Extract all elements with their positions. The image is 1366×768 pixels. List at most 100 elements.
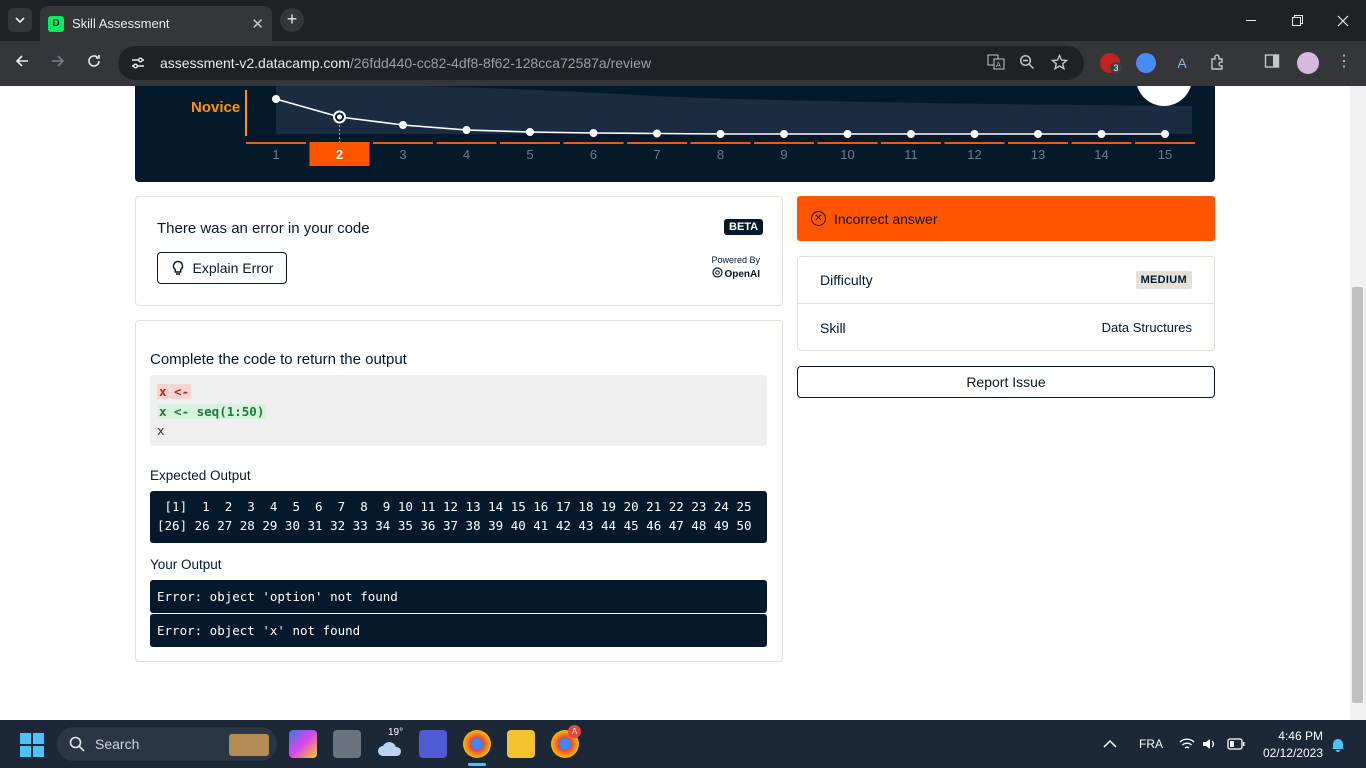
skill-label: Skill [820,319,846,336]
question-point [462,126,471,134]
zoom-icon[interactable] [1017,54,1037,72]
notifications-icon[interactable] [1331,720,1345,768]
translate-glyph-icon: A [987,54,1005,70]
question-card: Complete the code to return the output x… [135,320,783,662]
input-language[interactable]: FRA [1139,720,1163,768]
question-number[interactable]: 11 [904,147,918,162]
network-icon[interactable] [1179,720,1195,768]
question-segment [373,142,433,144]
restore-button[interactable] [1274,0,1320,41]
search-icon [69,736,85,752]
question-segment [1071,142,1132,144]
windows-logo-icon [20,733,44,757]
expected-output-line: [26] 26 27 28 29 30 31 32 33 34 35 36 37… [157,518,752,533]
url-text[interactable]: assessment-v2.datacamp.com/26fdd440-cc82… [160,55,651,71]
extension-translate-icon[interactable]: A [1172,53,1192,73]
datacamp-favicon-icon: D [48,15,64,32]
reload-button[interactable] [82,52,106,76]
question-number[interactable]: 10 [840,147,854,162]
browser-menu-icon[interactable]: ⋮ [1334,53,1354,73]
question-point [589,129,598,137]
copilot-app-icon[interactable] [289,730,317,758]
error-output-line: Error: object 'option' not found [157,589,398,604]
question-segment [309,142,370,144]
taskbar-search[interactable]: Search [57,727,277,761]
question-number[interactable]: 7 [653,147,660,162]
question-number[interactable]: 9 [780,147,787,162]
difficulty-label: Difficulty [820,272,873,288]
clock[interactable]: 4:46 PM 02/12/2023 [1258,720,1323,768]
question-segment [627,142,687,144]
question-number[interactable]: 13 [1031,147,1045,162]
question-point [272,95,280,103]
forward-button[interactable] [46,52,70,76]
svg-text:A: A [996,61,1001,69]
question-number[interactable]: 8 [717,147,724,162]
explain-error-button[interactable]: Explain Error [157,252,287,284]
volume-icon[interactable] [1202,720,1216,768]
skill-range-band [276,86,1192,134]
question-segment [881,142,941,144]
tab-search-button[interactable] [8,8,32,32]
back-button[interactable] [10,52,34,76]
question-meta-card: Difficulty MEDIUM Skill Data Structures [797,256,1215,351]
chevron-down-icon [15,17,25,23]
question-number[interactable]: 5 [526,147,533,162]
weather-widget[interactable]: 19° [376,727,404,758]
side-panel-glyph-icon [1264,54,1280,68]
error-output-line: Error: object 'x' not found [157,623,361,638]
scrollbar-thumb[interactable] [1352,287,1363,703]
clock-time: 4:46 PM [1278,728,1323,743]
extension-adblock-icon[interactable]: 3 [1100,53,1122,74]
profile-avatar[interactable] [1297,52,1319,74]
tray-overflow-icon[interactable] [1103,720,1117,768]
question-number[interactable]: 14 [1094,147,1108,162]
address-bar[interactable]: assessment-v2.datacamp.com/26fdd440-cc82… [118,46,1084,80]
removed-code-line: x <- [157,384,192,399]
cloud-icon [378,742,402,756]
site-settings-icon[interactable] [130,55,146,71]
bookmark-star-icon[interactable] [1049,53,1069,72]
question-number[interactable]: 6 [590,147,597,162]
chrome-app-icon[interactable] [463,730,491,758]
file-explorer-icon[interactable] [507,730,535,758]
translate-icon[interactable]: A [986,54,1006,72]
browser-toolbar: assessment-v2.datacamp.com/26fdd440-cc82… [0,41,1366,86]
added-code-line: x <- seq(1:50) [157,403,267,419]
explain-error-card: There was an error in your code BETA Exp… [135,196,783,306]
question-point [780,130,788,138]
question-number[interactable]: 1 [272,147,279,162]
question-segment [500,142,560,144]
windows-taskbar: Search 19° A FRA 4:46 PM 02/12/2023 [0,720,1366,768]
tab-close-icon[interactable]: ✕ [251,15,264,33]
puzzle-icon [1211,54,1223,70]
chrome-profile-app-icon[interactable]: A [551,725,581,758]
task-view-icon[interactable] [333,730,361,758]
question-point [526,128,534,136]
lightbulb-icon [172,260,183,275]
new-tab-button[interactable]: + [280,8,304,32]
browser-tab[interactable]: D Skill Assessment ✕ [40,6,272,41]
question-number[interactable]: 12 [967,147,981,162]
question-number[interactable]: 2 [336,147,343,162]
extension-search-icon[interactable] [1136,53,1156,73]
browser-titlebar: D Skill Assessment ✕ + [0,0,1366,41]
expected-output-line: [1] 1 2 3 4 5 6 7 8 9 10 11 12 13 14 15 … [157,499,752,514]
extensions-puzzle-icon[interactable] [1208,53,1228,73]
close-window-button[interactable] [1320,0,1366,41]
question-point [843,130,852,138]
score-badge [1137,86,1191,106]
minimize-button[interactable] [1228,0,1274,41]
clock-date: 02/12/2023 [1262,745,1323,760]
side-panel-icon[interactable] [1262,53,1282,73]
question-point [653,129,661,138]
code-line: x [157,423,165,438]
report-issue-button[interactable]: Report Issue [797,366,1215,398]
question-number[interactable]: 15 [1158,147,1172,162]
windows-start-icon[interactable] [20,733,44,762]
search-highlight-icon [229,734,269,756]
question-number[interactable]: 3 [399,147,406,162]
question-number[interactable]: 4 [463,147,470,162]
battery-icon[interactable] [1227,720,1245,768]
teams-app-icon[interactable] [419,730,447,758]
